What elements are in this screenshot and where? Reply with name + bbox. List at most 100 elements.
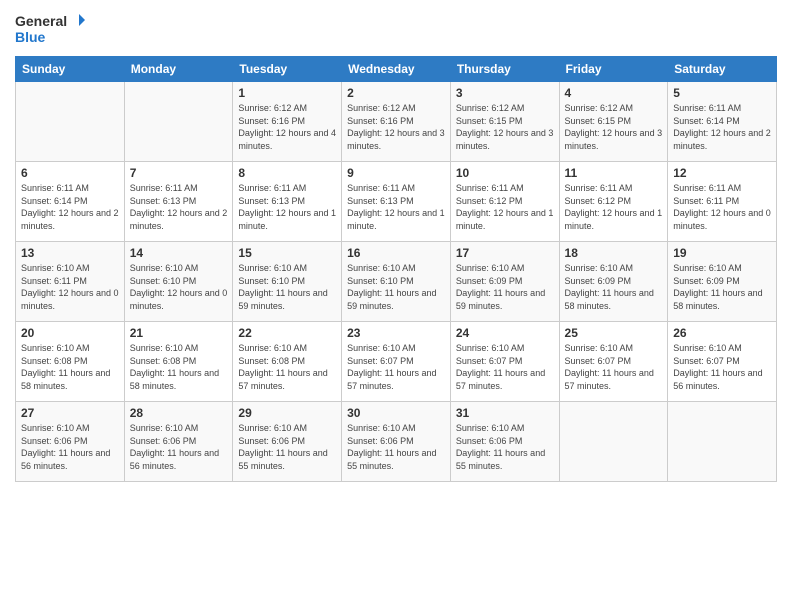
day-number: 18 <box>565 246 663 260</box>
day-number: 12 <box>673 166 771 180</box>
day-cell: 24Sunrise: 6:10 AMSunset: 6:07 PMDayligh… <box>450 322 559 402</box>
day-number: 11 <box>565 166 663 180</box>
day-cell: 22 Sunrise: 6:10 AMSunset: 6:08 PMDayligh… <box>233 322 342 402</box>
day-info: Sunrise: 6:11 AMSunset: 6:11 PMDaylight:… <box>673 182 771 232</box>
day-cell: 13 Sunrise: 6:10 AMSunset: 6:11 PMDayligh… <box>16 242 125 322</box>
weekday-header: Friday <box>559 57 668 82</box>
day-cell: 31 Sunrise: 6:10 AMSunset: 6:06 PMDayligh… <box>450 402 559 482</box>
day-cell: 9 Sunrise: 6:11 AMSunset: 6:13 PMDaylight… <box>342 162 451 242</box>
svg-text:General: General <box>15 13 67 29</box>
day-info: Sunrise: 6:10 AMSunset: 6:07 PMDaylight:… <box>456 342 554 392</box>
day-info: Sunrise: 6:12 AMSunset: 6:15 PMDaylight:… <box>565 102 663 152</box>
day-info: Sunrise: 6:10 AMSunset: 6:07 PMDaylight:… <box>347 342 445 392</box>
day-number: 15 <box>238 246 336 260</box>
day-number: 30 <box>347 406 445 420</box>
weekday-header: Sunday <box>16 57 125 82</box>
day-number: 26 <box>673 326 771 340</box>
day-number: 9 <box>347 166 445 180</box>
day-cell: 10Sunrise: 6:11 AMSunset: 6:12 PMDayligh… <box>450 162 559 242</box>
logo-svg: General Blue <box>15 10 85 46</box>
day-cell: 11 Sunrise: 6:11 AMSunset: 6:12 PMDayligh… <box>559 162 668 242</box>
day-cell: 29Sunrise: 6:10 AMSunset: 6:06 PMDayligh… <box>233 402 342 482</box>
day-number: 22 <box>238 326 336 340</box>
svg-text:Blue: Blue <box>15 29 46 45</box>
day-info: Sunrise: 6:10 AMSunset: 6:09 PMDaylight:… <box>456 262 554 312</box>
weekday-header: Monday <box>124 57 233 82</box>
day-info: Sunrise: 6:10 AMSunset: 6:06 PMDaylight:… <box>130 422 228 472</box>
weekday-header: Wednesday <box>342 57 451 82</box>
calendar-page: General Blue SundayMondayTuesdayWednesda… <box>0 0 792 612</box>
day-info: Sunrise: 6:10 AMSunset: 6:06 PMDaylight:… <box>21 422 119 472</box>
day-cell: 27 Sunrise: 6:10 AMSunset: 6:06 PMDayligh… <box>16 402 125 482</box>
day-number: 28 <box>130 406 228 420</box>
day-cell: 8 Sunrise: 6:11 AMSunset: 6:13 PMDaylight… <box>233 162 342 242</box>
day-cell: 2 Sunrise: 6:12 AMSunset: 6:16 PMDaylight… <box>342 82 451 162</box>
day-number: 20 <box>21 326 119 340</box>
day-cell: 15Sunrise: 6:10 AMSunset: 6:10 PMDayligh… <box>233 242 342 322</box>
day-number: 3 <box>456 86 554 100</box>
day-info: Sunrise: 6:11 AMSunset: 6:13 PMDaylight:… <box>347 182 445 232</box>
day-info: Sunrise: 6:10 AMSunset: 6:06 PMDaylight:… <box>347 422 445 472</box>
day-cell: 6Sunrise: 6:11 AMSunset: 6:14 PMDaylight… <box>16 162 125 242</box>
day-info: Sunrise: 6:12 AMSunset: 6:16 PMDaylight:… <box>347 102 445 152</box>
day-cell: 17 Sunrise: 6:10 AMSunset: 6:09 PMDayligh… <box>450 242 559 322</box>
weekday-header: Thursday <box>450 57 559 82</box>
day-info: Sunrise: 6:12 AMSunset: 6:15 PMDaylight:… <box>456 102 554 152</box>
day-info: Sunrise: 6:10 AMSunset: 6:06 PMDaylight:… <box>456 422 554 472</box>
header: General Blue <box>15 10 777 46</box>
day-number: 4 <box>565 86 663 100</box>
day-number: 14 <box>130 246 228 260</box>
day-number: 8 <box>238 166 336 180</box>
day-info: Sunrise: 6:10 AMSunset: 6:06 PMDaylight:… <box>238 422 336 472</box>
day-number: 31 <box>456 406 554 420</box>
day-number: 6 <box>21 166 119 180</box>
day-cell <box>16 82 125 162</box>
day-info: Sunrise: 6:10 AMSunset: 6:08 PMDaylight:… <box>130 342 228 392</box>
day-info: Sunrise: 6:10 AMSunset: 6:10 PMDaylight:… <box>130 262 228 312</box>
day-cell: 28 Sunrise: 6:10 AMSunset: 6:06 PMDayligh… <box>124 402 233 482</box>
day-number: 7 <box>130 166 228 180</box>
day-number: 13 <box>21 246 119 260</box>
day-number: 21 <box>130 326 228 340</box>
day-cell: 18 Sunrise: 6:10 AMSunset: 6:09 PMDayligh… <box>559 242 668 322</box>
calendar-table: SundayMondayTuesdayWednesdayThursdayFrid… <box>15 56 777 482</box>
day-info: Sunrise: 6:11 AMSunset: 6:13 PMDaylight:… <box>130 182 228 232</box>
day-cell: 3 Sunrise: 6:12 AMSunset: 6:15 PMDaylight… <box>450 82 559 162</box>
logo: General Blue <box>15 10 85 46</box>
header-row: SundayMondayTuesdayWednesdayThursdayFrid… <box>16 57 777 82</box>
day-number: 2 <box>347 86 445 100</box>
day-info: Sunrise: 6:11 AMSunset: 6:14 PMDaylight:… <box>673 102 771 152</box>
day-info: Sunrise: 6:10 AMSunset: 6:08 PMDaylight:… <box>21 342 119 392</box>
day-info: Sunrise: 6:10 AMSunset: 6:09 PMDaylight:… <box>565 262 663 312</box>
week-row: 27 Sunrise: 6:10 AMSunset: 6:06 PMDayligh… <box>16 402 777 482</box>
day-number: 17 <box>456 246 554 260</box>
day-info: Sunrise: 6:11 AMSunset: 6:12 PMDaylight:… <box>565 182 663 232</box>
weekday-header: Tuesday <box>233 57 342 82</box>
day-cell: 16Sunrise: 6:10 AMSunset: 6:10 PMDayligh… <box>342 242 451 322</box>
day-info: Sunrise: 6:10 AMSunset: 6:11 PMDaylight:… <box>21 262 119 312</box>
day-cell: 1Sunrise: 6:12 AMSunset: 6:16 PMDaylight… <box>233 82 342 162</box>
day-cell: 19 Sunrise: 6:10 AMSunset: 6:09 PMDayligh… <box>668 242 777 322</box>
day-cell: 7 Sunrise: 6:11 AMSunset: 6:13 PMDaylight… <box>124 162 233 242</box>
day-number: 25 <box>565 326 663 340</box>
day-cell: 21 Sunrise: 6:10 AMSunset: 6:08 PMDayligh… <box>124 322 233 402</box>
day-cell: 4 Sunrise: 6:12 AMSunset: 6:15 PMDaylight… <box>559 82 668 162</box>
day-cell: 25Sunrise: 6:10 AMSunset: 6:07 PMDayligh… <box>559 322 668 402</box>
day-cell: 20 Sunrise: 6:10 AMSunset: 6:08 PMDayligh… <box>16 322 125 402</box>
day-cell <box>668 402 777 482</box>
day-number: 27 <box>21 406 119 420</box>
day-number: 19 <box>673 246 771 260</box>
day-number: 5 <box>673 86 771 100</box>
day-cell: 23Sunrise: 6:10 AMSunset: 6:07 PMDayligh… <box>342 322 451 402</box>
day-cell <box>559 402 668 482</box>
day-info: Sunrise: 6:11 AMSunset: 6:13 PMDaylight:… <box>238 182 336 232</box>
day-cell: 14 Sunrise: 6:10 AMSunset: 6:10 PMDayligh… <box>124 242 233 322</box>
day-cell: 26Sunrise: 6:10 AMSunset: 6:07 PMDayligh… <box>668 322 777 402</box>
week-row: 1 Sunrise: 6:12 AMSunset: 6:16 PMDaylight… <box>16 82 777 162</box>
day-info: Sunrise: 6:10 AMSunset: 6:09 PMDaylight:… <box>673 262 771 312</box>
day-number: 1 <box>238 86 336 100</box>
day-info: Sunrise: 6:10 AMSunset: 6:10 PMDaylight:… <box>347 262 445 312</box>
week-row: 6Sunrise: 6:11 AMSunset: 6:14 PMDaylight… <box>16 162 777 242</box>
day-info: Sunrise: 6:10 AMSunset: 6:08 PMDaylight:… <box>238 342 336 392</box>
day-cell <box>124 82 233 162</box>
